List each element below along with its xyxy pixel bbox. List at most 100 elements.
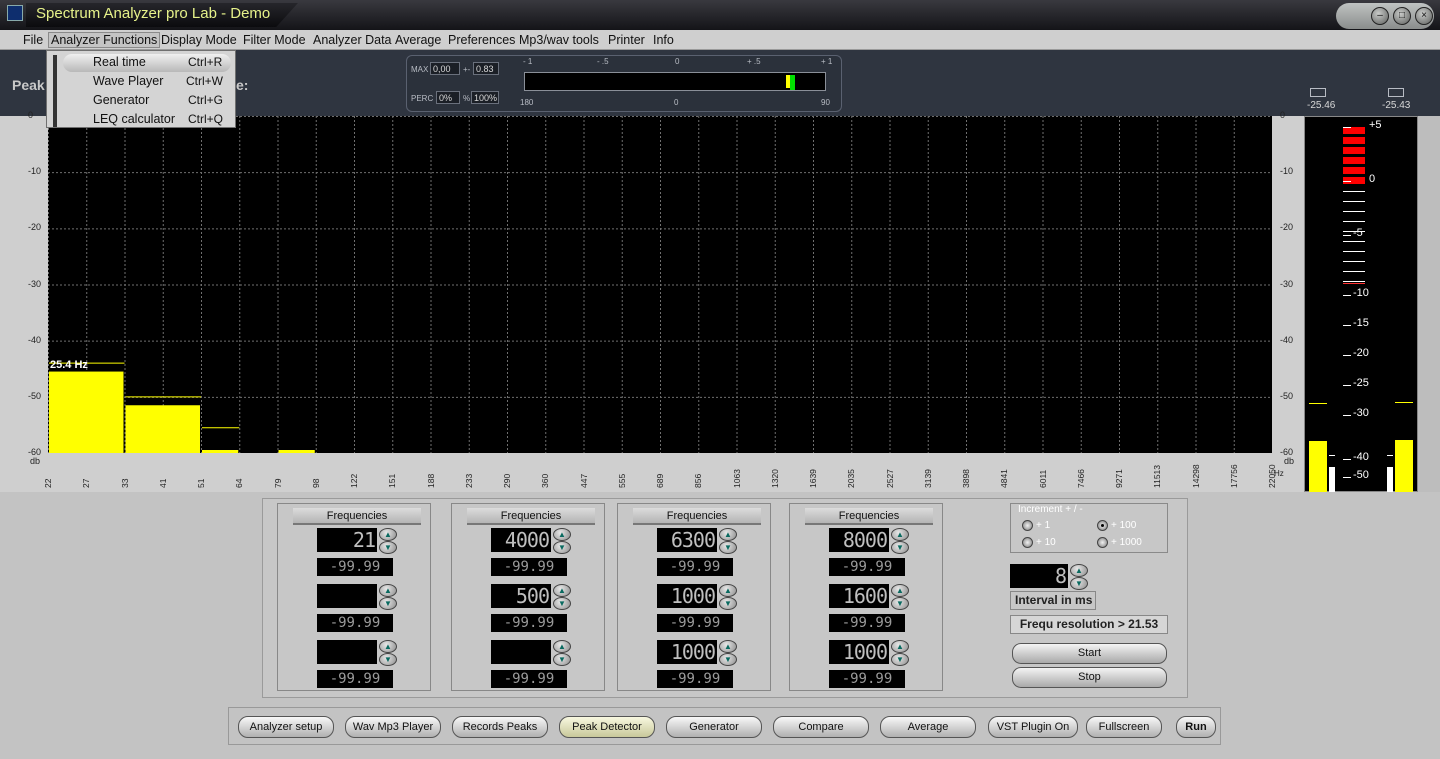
spin-down-icon[interactable]: ▼ <box>719 597 737 610</box>
menu-item-wave-player[interactable]: Wave Player <box>93 74 163 88</box>
frequency-spinner[interactable]: ▲ ▼ <box>891 584 909 610</box>
radio-plus-100[interactable] <box>1097 520 1108 531</box>
records-peaks-button[interactable]: Records Peaks <box>452 716 548 738</box>
frequency-group-header: Frequencies <box>467 508 595 525</box>
frequency-spinner[interactable]: ▲ ▼ <box>891 528 909 554</box>
frequency-spinner[interactable]: ▲ ▼ <box>379 584 397 610</box>
increment-box: Increment + / - + 1 + 10 + 100 + 1000 <box>1010 503 1168 553</box>
spin-down-icon[interactable]: ▼ <box>379 597 397 610</box>
frequency-spinner[interactable]: ▲ ▼ <box>553 528 571 554</box>
x-tick-label: 1639 <box>808 469 818 488</box>
spin-down-icon[interactable]: ▼ <box>719 541 737 554</box>
frequency-spinner[interactable]: ▲ ▼ <box>379 528 397 554</box>
frequency-input[interactable]: 6300 <box>657 528 717 552</box>
radio-plus-10[interactable] <box>1022 537 1033 548</box>
close-button[interactable]: × <box>1415 7 1433 25</box>
frequency-spinner[interactable]: ▲ ▼ <box>719 640 737 666</box>
frequency-input[interactable] <box>491 640 551 664</box>
x-tick-label: 233 <box>463 473 474 488</box>
spin-down-icon[interactable]: ▼ <box>379 653 397 666</box>
spin-up-icon[interactable]: ▲ <box>553 584 571 597</box>
vst-plugin-button[interactable]: VST Plugin On <box>988 716 1078 738</box>
analyzer-setup-button[interactable]: Analyzer setup <box>238 716 334 738</box>
menu-preferences[interactable]: Preferences <box>448 33 515 47</box>
frequency-input[interactable]: 1000 <box>829 640 889 664</box>
spin-down-icon[interactable]: ▼ <box>891 597 909 610</box>
maximize-button[interactable]: □ <box>1393 7 1411 25</box>
menu-mp3-wav-tools[interactable]: Mp3/wav tools <box>519 33 599 47</box>
spin-down-icon[interactable]: ▼ <box>553 653 571 666</box>
menu-analyzer-data[interactable]: Analyzer Data <box>313 33 392 47</box>
frequency-input[interactable]: 500 <box>491 584 551 608</box>
spin-up-icon[interactable]: ▲ <box>379 528 397 541</box>
frequency-spinner[interactable]: ▲ ▼ <box>553 640 571 666</box>
scale-180: 180 <box>520 98 534 107</box>
wav-mp3-player-button[interactable]: Wav Mp3 Player <box>345 716 441 738</box>
radio-plus-1000[interactable] <box>1097 537 1108 548</box>
spin-up-icon[interactable]: ▲ <box>379 584 397 597</box>
spin-down-icon[interactable]: ▼ <box>553 541 571 554</box>
spin-down-icon[interactable]: ▼ <box>719 653 737 666</box>
menu-file[interactable]: File <box>23 33 43 47</box>
menu-item-leq-calculator[interactable]: LEQ calculator <box>93 112 175 126</box>
y-tick-right: -20 <box>1280 222 1294 233</box>
menu-filter-mode[interactable]: Filter Mode <box>243 33 306 47</box>
spin-down-icon[interactable]: ▼ <box>379 541 397 554</box>
frequency-spinner[interactable]: ▲ ▼ <box>379 640 397 666</box>
frequency-input[interactable]: 1000 <box>657 640 717 664</box>
spin-up-icon[interactable]: ▲ <box>891 528 909 541</box>
spin-up-icon[interactable]: ▲ <box>891 584 909 597</box>
spin-down-icon[interactable]: ▼ <box>553 597 571 610</box>
y-tick-right: 0 <box>1280 110 1286 120</box>
spin-up-icon[interactable]: ▲ <box>553 640 571 653</box>
interval-spinner[interactable]: ▲ ▼ <box>1070 564 1088 590</box>
spin-down-icon[interactable]: ▼ <box>891 653 909 666</box>
y-tick-left: 0 <box>28 110 34 120</box>
x-tick-label: 17756 <box>1228 464 1239 488</box>
frequency-spinner[interactable]: ▲ ▼ <box>553 584 571 610</box>
vu-scale-tick <box>1343 325 1351 326</box>
interval-up-icon[interactable]: ▲ <box>1070 564 1088 577</box>
menu-info[interactable]: Info <box>653 33 674 47</box>
frequency-input[interactable]: 21 <box>317 528 377 552</box>
level-indicator-right <box>1388 88 1404 97</box>
peak-detector-button[interactable]: Peak Detector <box>559 716 655 738</box>
spin-up-icon[interactable]: ▲ <box>553 528 571 541</box>
frequency-input[interactable]: 8000 <box>829 528 889 552</box>
menu-average[interactable]: Average <box>395 33 441 47</box>
menu-item-real-time[interactable]: Real time <box>93 55 146 69</box>
compare-button[interactable]: Compare <box>773 716 869 738</box>
menu-display-mode[interactable]: Display Mode <box>161 33 237 47</box>
spin-up-icon[interactable]: ▲ <box>719 584 737 597</box>
menu-analyzer-functions[interactable]: Analyzer Functions <box>48 32 161 48</box>
frequency-input[interactable]: 1600 <box>829 584 889 608</box>
peak-frequency-label: 25.4 Hz <box>50 359 88 371</box>
stop-button[interactable]: Stop <box>1012 667 1167 688</box>
frequency-spinner[interactable]: ▲ ▼ <box>719 584 737 610</box>
x-tick-label: 3898 <box>961 469 971 488</box>
menu-item-generator[interactable]: Generator <box>93 93 149 107</box>
menu-printer[interactable]: Printer <box>608 33 645 47</box>
frequency-input[interactable]: 1000 <box>657 584 717 608</box>
spin-up-icon[interactable]: ▲ <box>891 640 909 653</box>
average-button[interactable]: Average <box>880 716 976 738</box>
radio-plus-1[interactable] <box>1022 520 1033 531</box>
start-button[interactable]: Start <box>1012 643 1167 664</box>
frequency-spinner[interactable]: ▲ ▼ <box>891 640 909 666</box>
spectrum-svg <box>48 116 1273 454</box>
interval-down-icon[interactable]: ▼ <box>1070 577 1088 590</box>
run-button[interactable]: Run <box>1176 716 1216 738</box>
spin-up-icon[interactable]: ▲ <box>379 640 397 653</box>
frequency-input[interactable] <box>317 640 377 664</box>
fullscreen-button[interactable]: Fullscreen <box>1086 716 1162 738</box>
spin-up-icon[interactable]: ▲ <box>719 528 737 541</box>
spin-up-icon[interactable]: ▲ <box>719 640 737 653</box>
frequency-spinner[interactable]: ▲ ▼ <box>719 528 737 554</box>
frequency-input[interactable] <box>317 584 377 608</box>
spin-down-icon[interactable]: ▼ <box>891 541 909 554</box>
generator-button[interactable]: Generator <box>666 716 762 738</box>
minimize-button[interactable]: – <box>1371 7 1389 25</box>
perc-total: 100% <box>471 91 499 104</box>
radio-label-plus-1000: + 1000 <box>1111 537 1142 548</box>
frequency-input[interactable]: 4000 <box>491 528 551 552</box>
